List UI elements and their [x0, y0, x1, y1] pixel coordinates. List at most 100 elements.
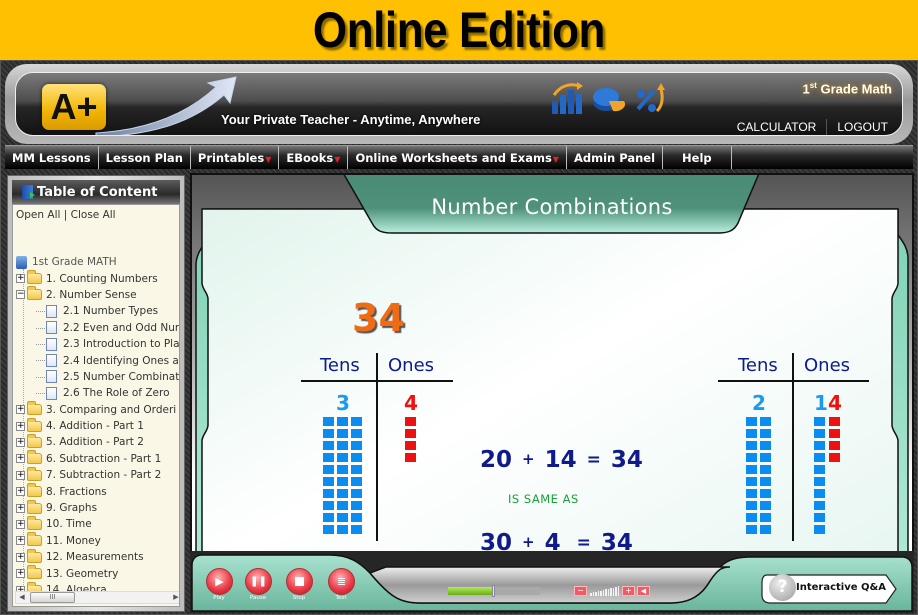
- toc-chapter[interactable]: − 2. Number Sense: [16, 286, 179, 303]
- folder-icon: [27, 565, 42, 580]
- toc-lesson-label: 2.4 Identifying Ones a: [63, 354, 179, 367]
- folder-icon: [27, 548, 42, 563]
- text-lines-icon: ≣: [336, 575, 347, 588]
- nav-help[interactable]: Help: [663, 146, 732, 169]
- expand-toggle-icon[interactable]: +: [16, 454, 25, 464]
- document-icon: [46, 386, 57, 400]
- grade-label: 1st Grade Math: [802, 81, 892, 97]
- chart-divider-vertical: [792, 353, 794, 541]
- nav-lesson-plan[interactable]: Lesson Plan: [99, 146, 191, 169]
- expand-toggle-icon[interactable]: +: [16, 274, 25, 284]
- nav-mm-lessons[interactable]: MM Lessons: [5, 146, 99, 169]
- toc-chapter[interactable]: +10. Time: [16, 515, 179, 532]
- tens-blocks-right: [746, 417, 771, 534]
- document-icon: [46, 370, 57, 384]
- blue-unit-block: [760, 417, 771, 426]
- red-unit-block: [405, 441, 416, 450]
- blue-unit-block: [323, 417, 334, 426]
- toc-lesson[interactable]: 2.6 The Role of Zero: [16, 385, 179, 401]
- stop-button[interactable]: [286, 568, 313, 595]
- toc-lesson[interactable]: 2.2 Even and Odd Nur: [16, 320, 180, 336]
- toc-chapter-label: 6. Subtraction - Part 1: [46, 452, 162, 465]
- toc-lesson[interactable]: 2.5 Number Combinat: [16, 369, 179, 385]
- red-unit-block: [405, 429, 416, 438]
- blue-unit-block: [760, 465, 771, 474]
- blue-unit-block: [351, 477, 362, 486]
- toc-chapter-label: 8. Fractions: [46, 485, 107, 498]
- expand-toggle-icon[interactable]: +: [16, 503, 25, 513]
- toc-chapter[interactable]: +11. Money: [16, 532, 179, 549]
- red-unit-block: [829, 429, 840, 438]
- nav-online-worksheets[interactable]: Online Worksheets and Exams ▼: [348, 146, 567, 169]
- volume-down-button[interactable]: −: [574, 586, 587, 596]
- tens-header-left: Tens: [320, 355, 360, 376]
- close-all-link[interactable]: Close All: [71, 209, 116, 221]
- toc-horizontal-scrollbar[interactable]: ◀ III ▶: [15, 591, 179, 604]
- blue-unit-block: [814, 477, 825, 486]
- toc-root[interactable]: 1st Grade MATH: [16, 254, 179, 270]
- expand-toggle-icon[interactable]: +: [16, 470, 25, 480]
- mute-button[interactable]: ◀: [637, 586, 650, 596]
- blue-unit-block: [760, 489, 771, 498]
- open-folder-icon: [27, 286, 42, 301]
- calculator-link[interactable]: CALCULATOR: [737, 120, 817, 134]
- folder-icon: [27, 483, 42, 498]
- toc-chapter[interactable]: +6. Subtraction - Part 1: [16, 450, 179, 467]
- expand-toggle-icon[interactable]: +: [16, 552, 25, 562]
- collapse-toggle-icon[interactable]: −: [16, 290, 25, 300]
- ones-digit-left: 4: [404, 391, 418, 415]
- toc-lesson-label: 2.2 Even and Odd Nur: [63, 321, 180, 334]
- nav-ebooks[interactable]: EBooks ▼: [279, 146, 349, 169]
- nav-admin-panel[interactable]: Admin Panel: [567, 146, 664, 169]
- play-label: Play: [213, 595, 225, 601]
- progress-slider[interactable]: [448, 585, 540, 597]
- expand-toggle-icon[interactable]: +: [16, 421, 25, 431]
- expand-toggle-icon[interactable]: +: [16, 405, 25, 415]
- expand-toggle-icon[interactable]: +: [16, 536, 25, 546]
- text-button[interactable]: ≣: [328, 568, 355, 595]
- table-of-content-panel: Table of Content Open All | Close All 1s…: [7, 175, 185, 612]
- play-button[interactable]: ▶: [206, 568, 233, 595]
- toc-chapter[interactable]: +12. Measurements: [16, 548, 179, 565]
- blue-unit-block: [351, 513, 362, 522]
- toc-chapter[interactable]: +5. Addition - Part 2: [16, 433, 179, 450]
- blue-unit-block: [760, 429, 771, 438]
- toc-chapter[interactable]: +9. Graphs: [16, 499, 179, 516]
- toc-lesson[interactable]: 2.3 Introduction to Pla: [16, 336, 179, 352]
- expand-toggle-icon[interactable]: +: [16, 519, 25, 529]
- blue-unit-block: [337, 513, 348, 522]
- toc-root-label: 1st Grade MATH: [32, 256, 117, 269]
- scrollbar-thumb[interactable]: III: [30, 592, 75, 603]
- toc-chapter-label: 12. Measurements: [46, 551, 144, 564]
- blue-unit-block: [337, 429, 348, 438]
- expand-toggle-icon[interactable]: +: [16, 437, 25, 447]
- volume-level-indicator[interactable]: [590, 586, 619, 596]
- nav-printables[interactable]: Printables ▼: [191, 146, 280, 169]
- toc-chapter[interactable]: +13. Geometry: [16, 565, 179, 581]
- blue-unit-block: [323, 525, 334, 534]
- toc-chapter-label: 3. Comparing and Orderi: [46, 403, 177, 416]
- blue-unit-block: [746, 453, 757, 462]
- expand-toggle-icon[interactable]: +: [16, 569, 25, 579]
- scroll-left-arrow-icon[interactable]: ◀: [16, 592, 28, 603]
- progress-thumb[interactable]: [492, 585, 495, 597]
- ones-blocks-left: [405, 417, 416, 462]
- toc-lesson[interactable]: 2.1 Number Types: [16, 303, 179, 319]
- scroll-right-arrow-icon[interactable]: ▶: [170, 592, 179, 603]
- logout-link[interactable]: LOGOUT: [837, 120, 888, 134]
- expand-toggle-icon[interactable]: +: [16, 487, 25, 497]
- folder-icon: [27, 417, 42, 432]
- toc-chapter[interactable]: +8. Fractions: [16, 483, 179, 499]
- toc-chapter[interactable]: +4. Addition - Part 1: [16, 417, 179, 434]
- open-all-link[interactable]: Open All: [16, 209, 60, 221]
- blue-unit-block: [814, 441, 825, 450]
- toc-chapter[interactable]: +3. Comparing and Orderi: [16, 401, 179, 418]
- toc-chapter-label: 5. Addition - Part 2: [46, 436, 144, 449]
- computer-icon: [16, 255, 27, 269]
- toc-chapter[interactable]: +1. Counting Numbers: [16, 270, 179, 286]
- pause-button[interactable]: ❚❚: [245, 568, 272, 595]
- blue-unit-block: [351, 441, 362, 450]
- volume-up-button[interactable]: +: [622, 586, 635, 596]
- toc-chapter[interactable]: +7. Subtraction - Part 2: [16, 466, 179, 483]
- toc-lesson[interactable]: 2.4 Identifying Ones a: [16, 352, 179, 368]
